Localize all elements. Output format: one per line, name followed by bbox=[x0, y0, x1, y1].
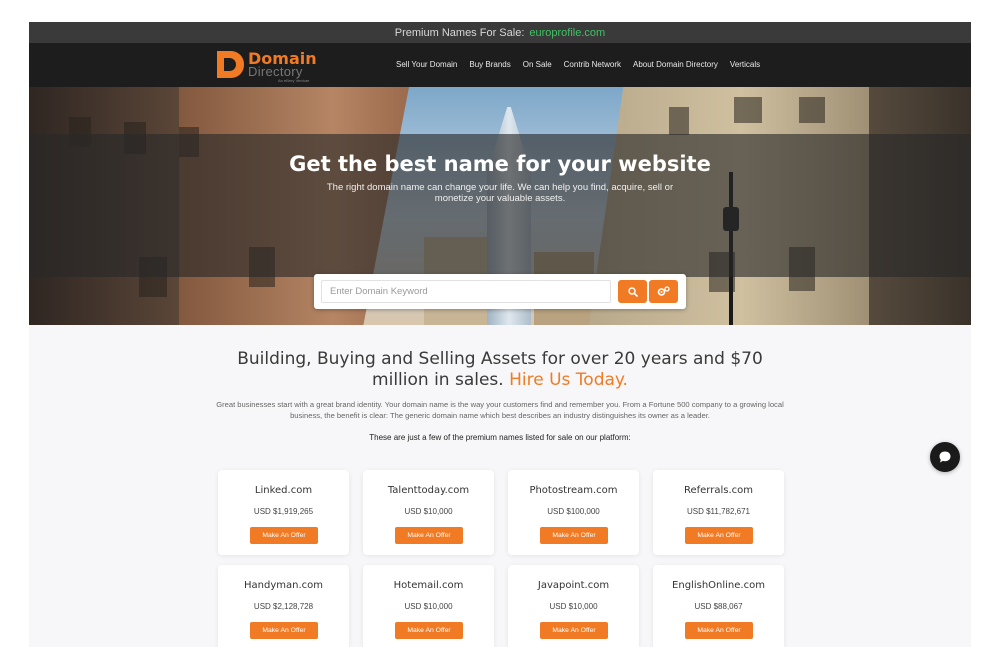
domain-price: USD $88,067 bbox=[694, 602, 743, 611]
promo-bar: Premium Names For Sale: europrofile.com bbox=[29, 22, 971, 43]
domain-price: USD $1,919,265 bbox=[253, 507, 314, 516]
make-offer-button[interactable]: Make An Offer bbox=[250, 527, 318, 544]
window bbox=[734, 97, 762, 123]
domain-price: USD $100,000 bbox=[547, 507, 600, 516]
domain-card: Photostream.com USD $100,000 Make An Off… bbox=[508, 470, 639, 555]
make-offer-button[interactable]: Make An Offer bbox=[395, 527, 463, 544]
domain-name[interactable]: Javapoint.com bbox=[508, 580, 639, 591]
hire-us-link[interactable]: Hire Us Today. bbox=[509, 370, 628, 390]
main-headline: Building, Buying and Selling Assets for … bbox=[215, 349, 785, 391]
logo-mark-icon bbox=[217, 51, 244, 78]
make-offer-button[interactable]: Make An Offer bbox=[395, 622, 463, 639]
logo[interactable]: Domain Directory An eBrey Venture bbox=[217, 51, 317, 83]
domain-card: Linked.com USD $1,919,265 Make An Offer bbox=[218, 470, 349, 555]
window bbox=[669, 107, 689, 135]
make-offer-button[interactable]: Make An Offer bbox=[685, 622, 753, 639]
nav-contrib-network[interactable]: Contrib Network bbox=[564, 60, 621, 69]
intro-paragraph: Great businesses start with a great bran… bbox=[216, 400, 784, 420]
domain-name[interactable]: Hotemail.com bbox=[363, 580, 494, 591]
nav-on-sale[interactable]: On Sale bbox=[523, 60, 552, 69]
nav-sell-your-domain[interactable]: Sell Your Domain bbox=[396, 60, 457, 69]
domain-price: USD $10,000 bbox=[549, 602, 598, 611]
search-icon bbox=[627, 286, 638, 297]
hero-subtitle: The right domain name can change your li… bbox=[326, 182, 674, 204]
window bbox=[799, 97, 825, 123]
domain-price: USD $10,000 bbox=[404, 507, 453, 516]
domain-name[interactable]: Photostream.com bbox=[508, 485, 639, 496]
make-offer-button[interactable]: Make An Offer bbox=[685, 527, 753, 544]
listing-lead: These are just a few of the premium name… bbox=[369, 433, 631, 442]
hero-title: Get the best name for your website bbox=[289, 152, 711, 176]
promo-text: Premium Names For Sale: bbox=[394, 26, 525, 39]
main-content: Building, Buying and Selling Assets for … bbox=[29, 325, 971, 647]
page-frame: Premium Names For Sale: europrofile.com … bbox=[29, 22, 971, 647]
domain-price: USD $2,128,728 bbox=[253, 602, 314, 611]
domain-card: Javapoint.com USD $10,000 Make An Offer bbox=[508, 565, 639, 647]
promo-link[interactable]: europrofile.com bbox=[529, 27, 605, 39]
nav-verticals[interactable]: Verticals bbox=[730, 60, 760, 69]
domain-card: Referrals.com USD $11,782,671 Make An Of… bbox=[653, 470, 784, 555]
make-offer-button[interactable]: Make An Offer bbox=[250, 622, 318, 639]
domain-price: USD $11,782,671 bbox=[686, 507, 750, 516]
make-offer-button[interactable]: Make An Offer bbox=[540, 622, 608, 639]
chat-icon bbox=[939, 451, 951, 463]
domain-card: Talenttoday.com USD $10,000 Make An Offe… bbox=[363, 470, 494, 555]
hero: Get the best name for your website The r… bbox=[29, 87, 971, 325]
search-input[interactable] bbox=[321, 280, 611, 303]
headline-text: Building, Buying and Selling Assets for … bbox=[237, 349, 763, 390]
domain-name[interactable]: Linked.com bbox=[218, 485, 349, 496]
domain-price: USD $10,000 bbox=[404, 602, 453, 611]
domain-card: Handyman.com USD $2,128,728 Make An Offe… bbox=[218, 565, 349, 647]
domain-name[interactable]: Handyman.com bbox=[218, 580, 349, 591]
nav-buy-brands[interactable]: Buy Brands bbox=[469, 60, 510, 69]
main-nav: Sell Your Domain Buy Brands On Sale Cont… bbox=[396, 60, 760, 69]
chat-launcher-button[interactable] bbox=[930, 442, 960, 472]
search-button[interactable] bbox=[618, 280, 647, 303]
logo-tagline: An eBrey Venture bbox=[278, 78, 310, 83]
domain-name[interactable]: Referrals.com bbox=[653, 485, 784, 496]
domain-name[interactable]: Talenttoday.com bbox=[363, 485, 494, 496]
search-box bbox=[314, 274, 686, 309]
gears-icon bbox=[657, 286, 670, 296]
domain-name[interactable]: EnglishOnline.com bbox=[653, 580, 784, 591]
domain-card: EnglishOnline.com USD $88,067 Make An Of… bbox=[653, 565, 784, 647]
domain-card: Hotemail.com USD $10,000 Make An Offer bbox=[363, 565, 494, 647]
make-offer-button[interactable]: Make An Offer bbox=[540, 527, 608, 544]
nav-about[interactable]: About Domain Directory bbox=[633, 60, 718, 69]
advanced-search-button[interactable] bbox=[649, 280, 678, 303]
site-header: Domain Directory An eBrey Venture Sell Y… bbox=[29, 43, 971, 87]
